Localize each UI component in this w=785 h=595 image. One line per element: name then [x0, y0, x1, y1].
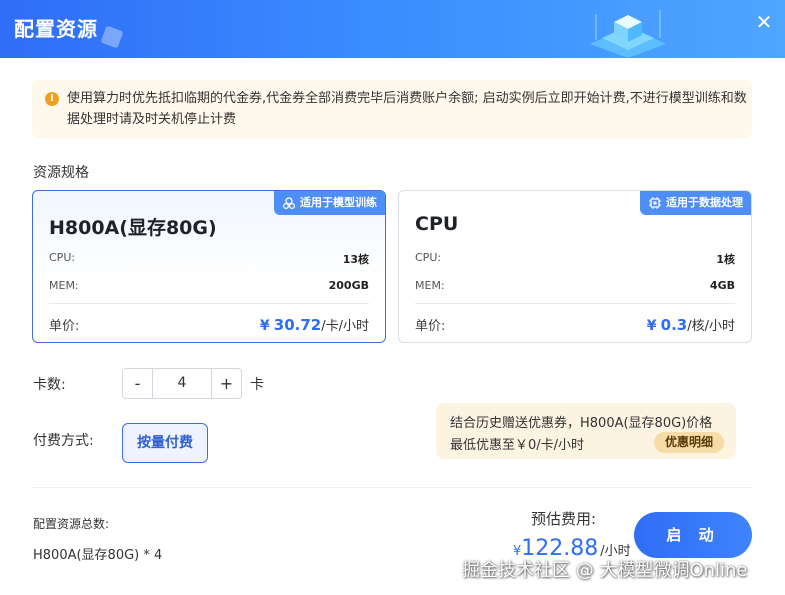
promo-line-1: 结合历史赠送优惠券，H800A(显存80G)价格	[450, 416, 713, 431]
price-unit: /核/小时	[687, 319, 735, 334]
price-value: ¥ 30.72/卡/小时	[260, 315, 369, 334]
summary-label: 配置资源总数:	[33, 517, 110, 531]
card-count-unit: 卡	[250, 377, 264, 393]
mem-value: 4GB	[709, 279, 735, 292]
price-value: ¥ 0.3/核/小时	[647, 315, 735, 334]
pay-as-you-go-button[interactable]: 按量付费	[122, 423, 208, 463]
price-unit: /卡/小时	[321, 319, 369, 334]
card-tag-label: 适用于模型训练	[300, 196, 377, 209]
promo-line-2: 最低优惠至￥0/卡/小时	[450, 438, 585, 453]
config-resource-dialog: 配置资源 ✕ ! 使用算力时优先抵扣临期的代金券,代金券全部消费完毕后消费账户余…	[0, 0, 785, 595]
cpu-label: CPU:	[415, 251, 442, 264]
card-divider	[49, 303, 369, 304]
card-count-stepper: - +	[122, 368, 242, 399]
price-label: 单价:	[415, 319, 446, 334]
card-name: H800A(显存80G)	[49, 217, 217, 239]
warning-icon: !	[45, 92, 59, 106]
cube-decoration-small	[100, 25, 124, 49]
promo-detail-button[interactable]: 优惠明细	[654, 432, 724, 453]
cpu-label: CPU:	[49, 251, 76, 264]
mem-label: MEM:	[415, 279, 445, 292]
dialog-title: 配置资源	[14, 17, 98, 41]
price-amount: 30.72	[273, 316, 322, 334]
card-cpu-row: CPU: 13核	[49, 251, 369, 267]
close-icon[interactable]: ✕	[752, 10, 776, 34]
card-price-row: 单价: ¥ 30.72/卡/小时	[49, 315, 369, 334]
resource-card-cpu[interactable]: 适用于数据处理 CPU CPU: 1核 MEM: 4GB 单价: ¥ 0.3/核…	[398, 190, 752, 343]
decrement-button[interactable]: -	[123, 369, 153, 398]
watermark: 掘金技术社区 @ 大模型微调Online	[462, 560, 748, 581]
resource-spec-label: 资源规格	[33, 165, 89, 181]
cpu-value: 13核	[342, 253, 369, 266]
estimated-cost-label: 预估费用:	[531, 510, 597, 528]
mem-label: MEM:	[49, 279, 79, 292]
promo-banner: 结合历史赠送优惠券，H800A(显存80G)价格 最低优惠至￥0/卡/小时 优惠…	[436, 403, 736, 459]
price-label: 单价:	[49, 319, 80, 334]
card-tag-label: 适用于数据处理	[666, 196, 743, 209]
summary-value: H800A(显存80G) * 4	[33, 548, 163, 563]
card-price-row: 单价: ¥ 0.3/核/小时	[415, 315, 735, 334]
price-currency: ¥	[259, 318, 270, 334]
payment-method-label: 付费方式:	[33, 433, 94, 449]
billing-notice: ! 使用算力时优先抵扣临期的代金券,代金券全部消费完毕后消费账户余额; 启动实例…	[32, 80, 752, 138]
card-tag: 适用于数据处理	[640, 191, 751, 215]
dialog-header: 配置资源 ✕	[0, 0, 785, 58]
resource-card-h800a[interactable]: 适用于模型训练 H800A(显存80G) CPU: 13核 MEM: 200GB…	[32, 190, 386, 343]
cpu-value: 1核	[716, 253, 735, 266]
notice-text: 使用算力时优先抵扣临期的代金券,代金券全部消费完毕后消费账户余额; 启动实例后立…	[67, 91, 747, 127]
chip-icon	[649, 197, 661, 209]
price-currency: ¥	[646, 318, 657, 334]
mem-value: 200GB	[328, 279, 369, 292]
card-mem-row: MEM: 4GB	[415, 279, 735, 292]
increment-button[interactable]: +	[211, 369, 241, 398]
card-name: CPU	[415, 213, 459, 235]
card-count-input[interactable]	[153, 369, 211, 398]
card-mem-row: MEM: 200GB	[49, 279, 369, 292]
footer-divider	[32, 487, 752, 488]
card-tag: 适用于模型训练	[274, 191, 385, 215]
card-divider	[415, 303, 735, 304]
card-count-label: 卡数:	[33, 377, 66, 393]
cube-decoration-icon	[590, 10, 666, 58]
launch-button[interactable]: 启 动	[634, 512, 752, 558]
model-icon	[282, 197, 296, 210]
price-amount: 0.3	[660, 316, 688, 334]
card-cpu-row: CPU: 1核	[415, 251, 735, 267]
